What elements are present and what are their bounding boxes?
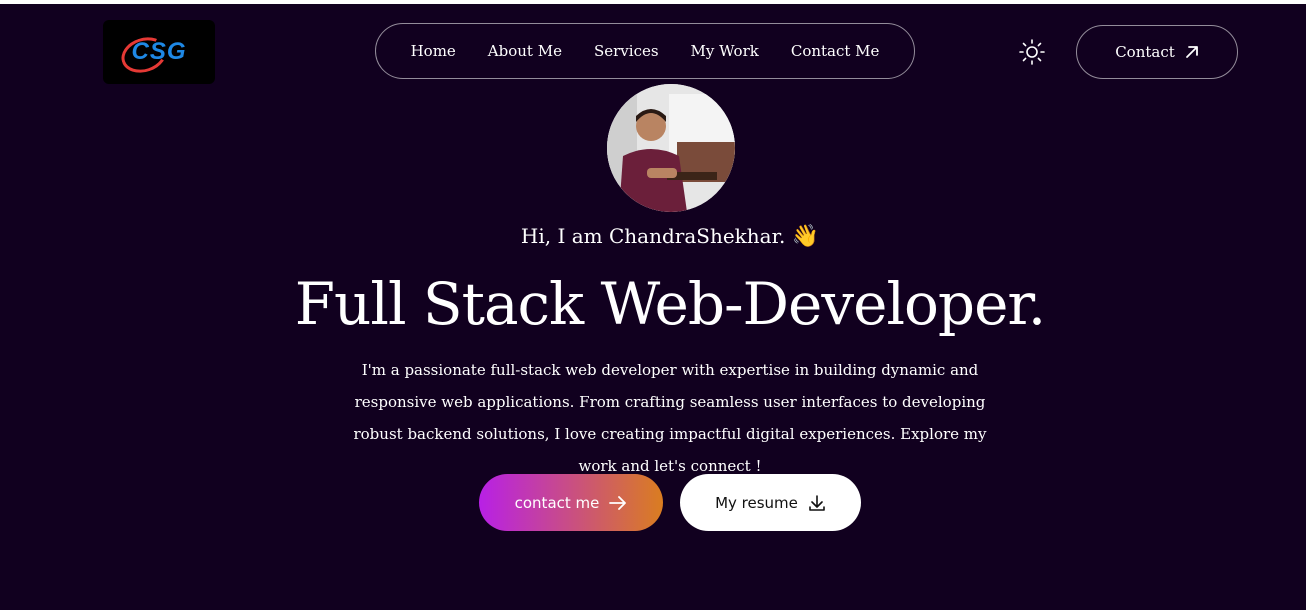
- nav-item-about-me[interactable]: About Me: [488, 42, 562, 60]
- theme-toggle-button[interactable]: [1016, 36, 1048, 68]
- greeting-text: Hi, I am ChandraShekhar.: [520, 224, 786, 248]
- main-nav: Home About Me Services My Work Contact M…: [375, 23, 915, 79]
- nav-item-home[interactable]: Home: [411, 42, 456, 60]
- page-edge-strip: [1306, 100, 1310, 608]
- download-icon: [809, 494, 825, 511]
- site-logo[interactable]: CSG: [103, 20, 215, 84]
- nav-item-contact-me[interactable]: Contact Me: [791, 42, 880, 60]
- arrow-right-icon: [609, 495, 627, 510]
- page: CSG Home About Me Services My Work Conta…: [0, 4, 1306, 610]
- header-contact-button[interactable]: Contact: [1076, 25, 1238, 79]
- arrow-up-right-icon: [1185, 46, 1198, 58]
- nav-item-services[interactable]: Services: [594, 42, 659, 60]
- contact-me-button[interactable]: contact me: [479, 474, 663, 531]
- header-contact-label: Contact: [1115, 43, 1175, 61]
- logo-text: CSG: [131, 38, 187, 65]
- sun-icon: [1019, 39, 1045, 65]
- hero-description: I'm a passionate full-stack web develope…: [353, 361, 987, 475]
- hero-headline: Full Stack Web-Developer.: [294, 270, 1046, 338]
- my-resume-label: My resume: [715, 493, 798, 512]
- contact-me-label: contact me: [514, 493, 600, 512]
- nav-item-my-work[interactable]: My Work: [691, 42, 759, 60]
- profile-avatar: [607, 84, 735, 212]
- my-resume-button[interactable]: My resume: [680, 474, 861, 531]
- hero-greeting: Hi, I am ChandraShekhar. 👋: [0, 224, 1306, 249]
- waving-hand-icon: 👋: [791, 224, 820, 249]
